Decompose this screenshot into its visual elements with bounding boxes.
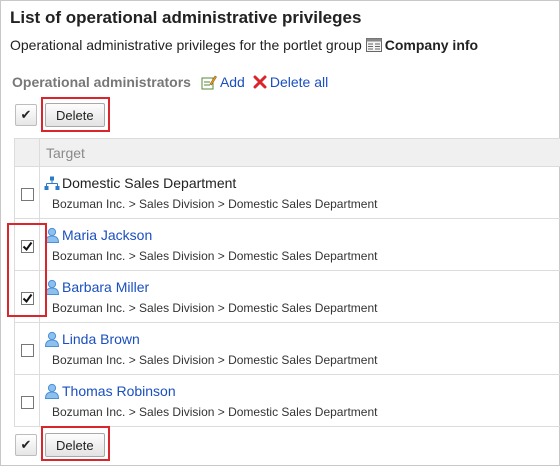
table-row: Barbara Miller Bozuman Inc. > Sales Divi… bbox=[14, 270, 560, 323]
user-icon bbox=[44, 331, 60, 347]
target-path: Bozuman Inc. > Sales Division > Domestic… bbox=[52, 301, 378, 315]
target-column-header: Target bbox=[39, 138, 560, 167]
row-checkbox[interactable] bbox=[20, 187, 34, 201]
target-name: Domestic Sales Department bbox=[62, 175, 237, 191]
checkbox-column-header bbox=[14, 138, 40, 167]
table-row: Linda Brown Bozuman Inc. > Sales Divisio… bbox=[14, 322, 560, 375]
portlet-group-icon bbox=[365, 38, 382, 52]
checked-rows-highlight bbox=[7, 223, 47, 317]
target-path: Bozuman Inc. > Sales Division > Domestic… bbox=[52, 405, 378, 419]
table-row: Maria Jackson Bozuman Inc. > Sales Divis… bbox=[14, 218, 560, 271]
target-path: Bozuman Inc. > Sales Division > Domestic… bbox=[52, 197, 378, 211]
delete-all-link[interactable]: Delete all bbox=[253, 74, 328, 90]
table-row: Domestic Sales Department Bozuman Inc. >… bbox=[14, 166, 560, 219]
add-link-label: Add bbox=[219, 74, 245, 90]
delete-icon bbox=[253, 75, 267, 89]
user-link[interactable]: Barbara Miller bbox=[62, 279, 149, 295]
subtitle-text: Operational administrative privileges fo… bbox=[10, 37, 362, 53]
target-path: Bozuman Inc. > Sales Division > Domestic… bbox=[52, 353, 378, 367]
table-header-row: Target bbox=[14, 138, 560, 167]
section-label: Operational administrators bbox=[12, 74, 191, 90]
target-path: Bozuman Inc. > Sales Division > Domestic… bbox=[52, 249, 378, 263]
user-link[interactable]: Thomas Robinson bbox=[62, 383, 176, 399]
administrators-table: Target Domestic Sales Department Bozuman… bbox=[14, 138, 560, 427]
delete-button-highlight bbox=[41, 426, 110, 461]
add-link[interactable]: Add bbox=[201, 74, 245, 90]
portlet-group-name: Company info bbox=[384, 37, 479, 53]
table-row: Thomas Robinson Bozuman Inc. > Sales Div… bbox=[14, 374, 560, 427]
select-all-toggle[interactable]: ✔ bbox=[15, 434, 37, 456]
page-title: List of operational administrative privi… bbox=[10, 8, 362, 27]
user-link[interactable]: Linda Brown bbox=[62, 331, 140, 347]
row-checkbox[interactable] bbox=[20, 343, 34, 357]
add-icon bbox=[201, 75, 217, 89]
delete-button-highlight bbox=[41, 97, 110, 132]
organization-icon bbox=[44, 176, 60, 190]
user-icon bbox=[44, 383, 60, 399]
user-link[interactable]: Maria Jackson bbox=[62, 227, 152, 243]
page-subtitle: Operational administrative privileges fo… bbox=[10, 37, 478, 53]
delete-all-link-label: Delete all bbox=[269, 74, 329, 90]
row-checkbox[interactable] bbox=[20, 395, 34, 409]
section-header: Operational administrators Add Delete al… bbox=[12, 74, 336, 90]
select-all-toggle[interactable]: ✔ bbox=[15, 104, 37, 126]
